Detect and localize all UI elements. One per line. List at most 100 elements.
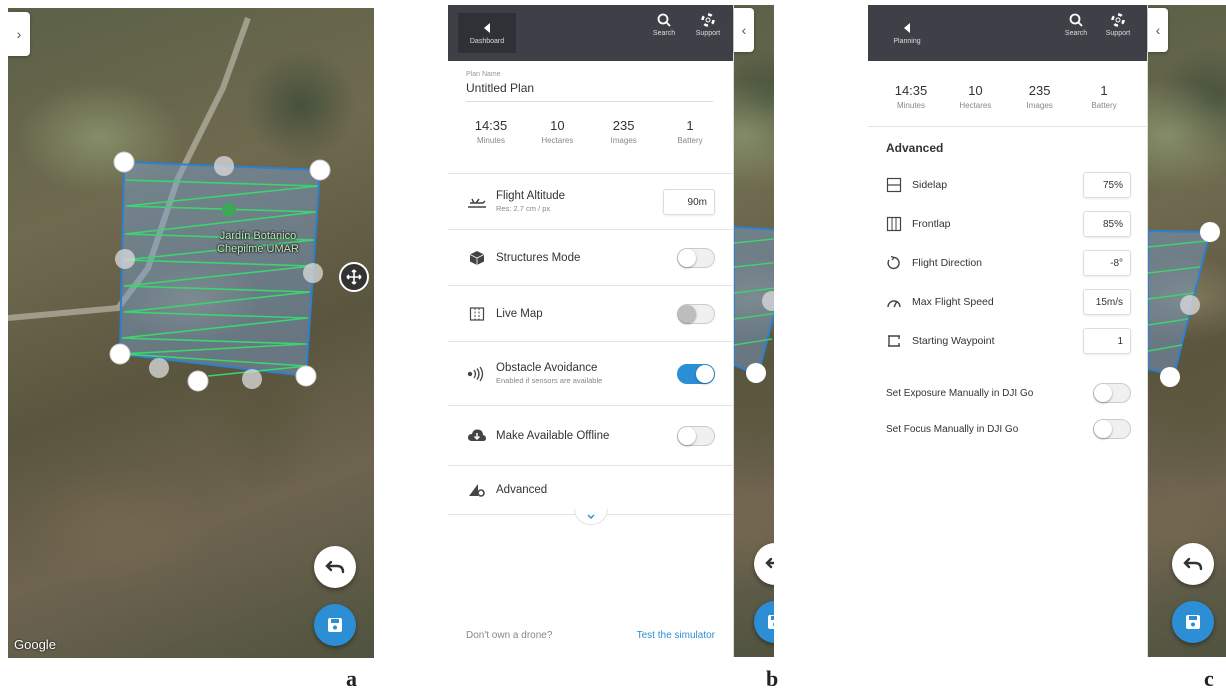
frontlap-row: Frontlap 85% xyxy=(884,210,1131,238)
search-button[interactable]: Search xyxy=(644,13,684,37)
polygon-vertex-handle xyxy=(109,343,131,365)
polygon-vertex-handle xyxy=(113,151,135,173)
back-arrow-icon xyxy=(904,22,910,33)
search-icon xyxy=(1069,13,1083,27)
stat-hectares: 10 Hectares xyxy=(541,118,574,145)
polygon-midpoint-handle xyxy=(303,263,323,283)
lifebuoy-icon xyxy=(1111,13,1125,27)
save-button[interactable] xyxy=(1172,601,1214,643)
polygon-vertex-handle xyxy=(187,370,209,392)
lifebuoy-icon xyxy=(701,13,715,27)
polygon-vertex-handle xyxy=(309,159,331,181)
polygon-midpoint-handle xyxy=(242,369,262,389)
plan-stats: 14:35 Minutes 10 Hectares 235 Images 1 Batte… xyxy=(448,118,733,145)
test-simulator-link[interactable]: Test the simulator xyxy=(637,630,715,641)
topbar: Dashboard Search Support xyxy=(448,5,733,61)
undo-icon xyxy=(1183,557,1203,571)
obstacle-avoidance-toggle[interactable] xyxy=(677,363,715,384)
offline-row: Make Available Offline xyxy=(448,405,733,465)
stat-battery: 1 Battery xyxy=(677,118,703,145)
expand-advanced-button[interactable] xyxy=(574,509,608,525)
caption-c: c xyxy=(1204,666,1214,690)
polygon-vertex-handle xyxy=(295,365,317,387)
cube-icon xyxy=(466,247,488,269)
flight-direction-row: Flight Direction -8° xyxy=(884,249,1131,277)
chevron-down-icon xyxy=(587,514,595,519)
search-button[interactable]: Search xyxy=(1056,13,1096,37)
sidelap-icon xyxy=(884,175,904,195)
plan-name-input[interactable]: Untitled Plan xyxy=(466,78,713,102)
advanced-settings-panel: Planning Search Support 14:35 Minutes 10 H… xyxy=(868,5,1148,657)
max-flight-speed-row: Max Flight Speed 15m/s xyxy=(884,288,1131,316)
frontlap-icon xyxy=(884,214,904,234)
polygon-midpoint-handle xyxy=(149,358,169,378)
altitude-input[interactable]: 90m xyxy=(663,188,715,215)
plan-name-field[interactable]: Plan Name Untitled Plan xyxy=(448,61,733,102)
collapse-panel-button[interactable]: ‹ xyxy=(734,8,754,52)
support-button[interactable]: Support xyxy=(688,13,728,37)
focus-toggle-row: Set Focus Manually in DJI Go xyxy=(886,415,1131,443)
flight-direction-input[interactable]: -8° xyxy=(1083,250,1131,276)
map-view-b[interactable] xyxy=(734,5,774,657)
save-icon xyxy=(328,618,342,632)
stat-battery: 1 Battery xyxy=(1091,83,1117,110)
advanced-row[interactable]: Advanced xyxy=(448,465,733,515)
starting-waypoint-row: Starting Waypoint 1 xyxy=(884,327,1131,355)
live-map-row: Live Map xyxy=(448,285,733,341)
structures-mode-toggle[interactable] xyxy=(677,247,715,268)
cloud-download-icon xyxy=(466,425,488,447)
sidelap-row: Sidelap 75% xyxy=(884,171,1131,199)
frontlap-input[interactable]: 85% xyxy=(1083,211,1131,237)
sensor-waves-icon xyxy=(466,363,488,385)
undo-icon xyxy=(325,560,345,574)
advanced-settings-icon xyxy=(466,479,488,501)
map-view-c[interactable] xyxy=(1148,5,1226,657)
structures-mode-row: Structures Mode xyxy=(448,229,733,285)
obstacle-avoidance-row: Obstacle Avoidance Enabled if sensors ar… xyxy=(448,341,733,405)
stat-minutes: 14:35 Minutes xyxy=(474,118,508,145)
google-logo: Google xyxy=(14,637,56,652)
undo-button[interactable] xyxy=(1172,543,1214,585)
topbar: Planning Search Support xyxy=(868,5,1147,61)
back-button[interactable]: Planning xyxy=(878,13,936,53)
expand-panel-button[interactable]: › xyxy=(8,12,30,56)
offline-toggle[interactable] xyxy=(677,425,715,446)
live-map-toggle[interactable] xyxy=(677,303,715,324)
caption-a: a xyxy=(346,666,357,690)
support-button[interactable]: Support xyxy=(1098,13,1138,37)
undo-icon xyxy=(765,557,774,569)
plan-settings-panel: Dashboard Search Support Plan Name Untit… xyxy=(448,5,734,657)
live-map-icon xyxy=(466,303,488,325)
speed-gauge-icon xyxy=(884,292,904,312)
flight-altitude-row[interactable]: Flight Altitude Res: 2.7 cm / px 90m xyxy=(448,173,733,229)
caption-b: b xyxy=(766,666,779,690)
back-button[interactable]: Dashboard xyxy=(458,13,516,53)
waypoint-icon xyxy=(884,331,904,351)
save-button[interactable] xyxy=(314,604,356,646)
map-view-a[interactable]: Jardín Botánico Chepilme UMAR › Google xyxy=(8,8,374,658)
stat-images: 235 Images xyxy=(1026,83,1053,110)
plan-stats: 14:35 Minutes 10 Hectares 235 Images 1 Batte… xyxy=(868,83,1147,127)
chevron-left-icon: ‹ xyxy=(741,22,747,38)
flight-direction-icon xyxy=(884,253,904,273)
polygon-midpoint-handle xyxy=(214,156,234,176)
stat-minutes: 14:35 Minutes xyxy=(894,83,928,110)
move-polygon-icon[interactable] xyxy=(339,262,369,292)
exposure-toggle[interactable] xyxy=(1093,383,1131,403)
collapse-panel-button[interactable]: ‹ xyxy=(1148,8,1168,52)
exposure-toggle-row: Set Exposure Manually in DJI Go xyxy=(886,379,1131,407)
stat-images: 235 Images xyxy=(610,118,637,145)
save-icon xyxy=(768,615,774,629)
simulator-footer: Don't own a drone? Test the simulator xyxy=(466,630,715,641)
sidelap-input[interactable]: 75% xyxy=(1083,172,1131,198)
search-icon xyxy=(657,13,671,27)
focus-toggle[interactable] xyxy=(1093,419,1131,439)
max-flight-speed-input[interactable]: 15m/s xyxy=(1083,289,1131,315)
undo-button[interactable] xyxy=(314,546,356,588)
advanced-heading: Advanced xyxy=(886,141,944,155)
poi-pin xyxy=(222,203,236,217)
back-arrow-icon xyxy=(484,22,490,33)
starting-waypoint-input[interactable]: 1 xyxy=(1083,328,1131,354)
polygon-midpoint-handle xyxy=(115,249,135,269)
save-icon xyxy=(1186,615,1200,629)
